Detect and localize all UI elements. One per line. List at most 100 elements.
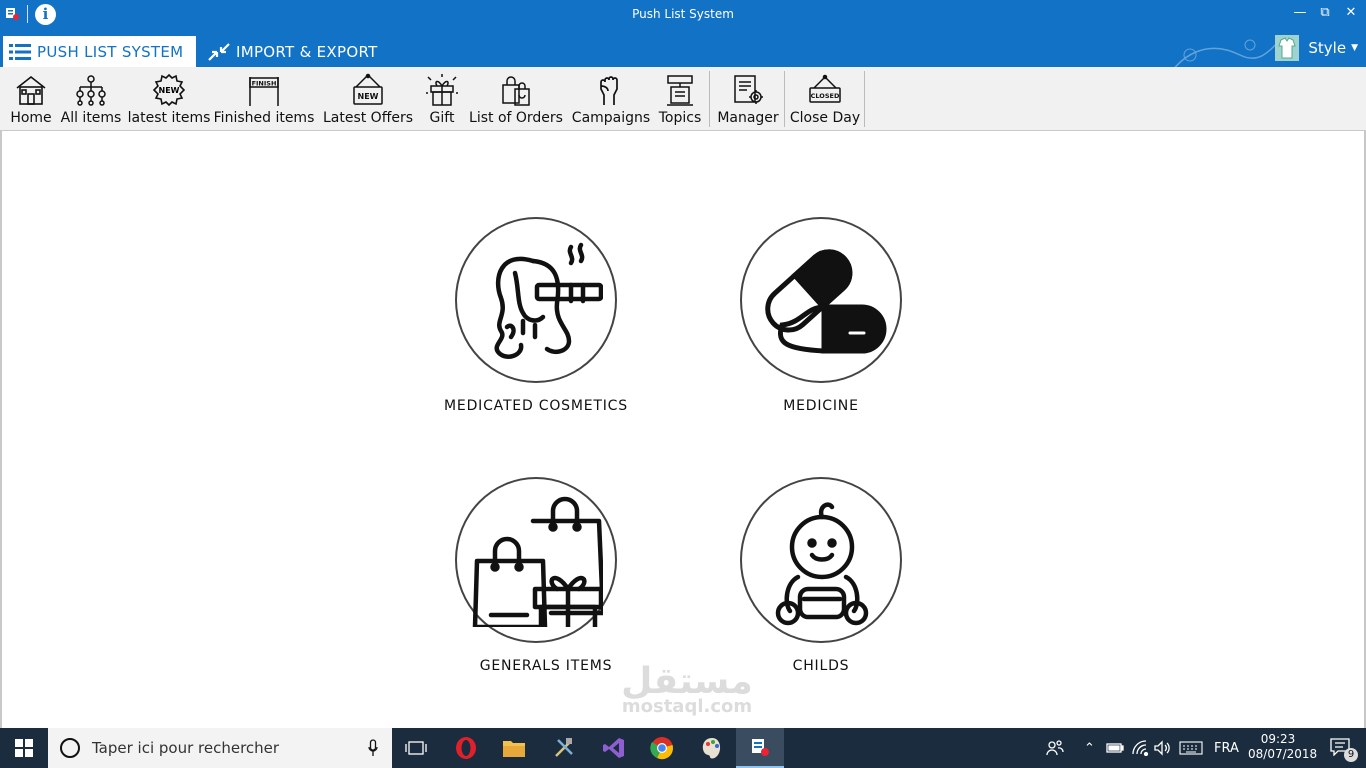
cortana-icon bbox=[60, 738, 80, 758]
windows-logo-icon bbox=[15, 739, 33, 757]
ribbon-toolbar: Home All items NEW latest items FINISH F… bbox=[0, 67, 1366, 131]
language-indicator[interactable]: FRA bbox=[1214, 728, 1239, 768]
finish-line-icon: FINISH bbox=[249, 77, 279, 106]
tab-label: PUSH LIST SYSTEM bbox=[37, 42, 184, 61]
toolbar-divider bbox=[709, 71, 710, 127]
new-badge-icon: NEW bbox=[152, 73, 186, 107]
podium-icon bbox=[667, 75, 693, 106]
svg-text:NEW: NEW bbox=[159, 86, 180, 95]
style-menu-button[interactable]: Style ▼ bbox=[1274, 33, 1358, 63]
chevron-down-icon: ▼ bbox=[1351, 43, 1358, 53]
system-clock[interactable]: 09:23 08/07/2018 bbox=[1248, 732, 1318, 762]
category-medicine[interactable]: MEDICINE bbox=[711, 217, 931, 417]
category-label: MEDICINE bbox=[783, 398, 859, 414]
microphone-icon[interactable] bbox=[368, 739, 378, 757]
visual-studio-app[interactable] bbox=[590, 728, 638, 768]
title-bar: i Push List System — ⧉ ✕ bbox=[0, 0, 1366, 30]
gift-label: Gift bbox=[429, 110, 455, 126]
tools-app[interactable] bbox=[540, 728, 588, 768]
tab-import-export[interactable]: IMPORT & EXPORT bbox=[202, 36, 378, 67]
gift-icon bbox=[426, 74, 458, 106]
category-circle[interactable] bbox=[455, 477, 617, 643]
folder-icon bbox=[503, 741, 525, 757]
finished-items-button[interactable]: FINISH Finished items bbox=[213, 67, 315, 129]
shopping-bag-icon bbox=[502, 76, 530, 106]
close-button[interactable]: ✕ bbox=[1339, 3, 1363, 23]
wifi-icon[interactable] bbox=[1131, 728, 1149, 768]
category-circle[interactable] bbox=[740, 217, 902, 383]
document-settings-icon bbox=[734, 75, 763, 104]
close-day-button[interactable]: CLOSED Close Day bbox=[789, 67, 861, 129]
chrome-app[interactable] bbox=[638, 728, 686, 768]
import-export-icon bbox=[208, 42, 230, 61]
minimize-button[interactable]: — bbox=[1288, 3, 1312, 23]
campaigns-label: Campaigns bbox=[571, 110, 651, 126]
tab-label: IMPORT & EXPORT bbox=[236, 42, 378, 61]
window-title: Push List System bbox=[632, 7, 734, 21]
latest-offers-button[interactable]: NEW Latest Offers bbox=[320, 67, 416, 129]
latest-offers-label: Latest Offers bbox=[322, 110, 414, 126]
category-generals-items[interactable]: GENERALS ITEMS bbox=[426, 477, 646, 677]
svg-text:FINISH: FINISH bbox=[252, 80, 277, 88]
start-button[interactable] bbox=[0, 728, 48, 768]
chrome-icon bbox=[650, 737, 673, 760]
closed-sign-icon: CLOSED bbox=[809, 74, 841, 103]
taskbar-search-box[interactable]: Taper ici pour rechercher bbox=[48, 728, 392, 768]
raised-fist-icon bbox=[600, 76, 618, 105]
list-icon bbox=[9, 43, 31, 60]
manager-label: Manager bbox=[717, 110, 779, 126]
shopping-bags-icon bbox=[472, 496, 603, 627]
volume-icon[interactable] bbox=[1153, 728, 1171, 768]
people-icon[interactable] bbox=[1046, 728, 1064, 768]
home-button[interactable]: Home bbox=[10, 67, 52, 129]
category-childs[interactable]: CHILDS bbox=[711, 477, 931, 677]
manager-button[interactable]: Manager bbox=[715, 67, 781, 129]
gift-button[interactable]: Gift bbox=[423, 67, 461, 129]
battery-icon[interactable] bbox=[1106, 728, 1124, 768]
category-circle[interactable] bbox=[455, 217, 617, 383]
all-items-button[interactable]: All items bbox=[60, 67, 122, 129]
clock-time: 09:23 bbox=[1260, 732, 1296, 746]
hierarchy-icon bbox=[76, 75, 106, 106]
finished-items-label: Finished items bbox=[213, 110, 315, 126]
push-list-system-app[interactable] bbox=[736, 728, 784, 768]
list-of-orders-button[interactable]: List of Orders bbox=[467, 67, 565, 129]
paint-app[interactable] bbox=[688, 728, 736, 768]
taskbar: Taper ici pour rechercher ⌃ FRA 09:23 08… bbox=[0, 728, 1366, 768]
chevron-up-icon[interactable]: ⌃ bbox=[1084, 728, 1095, 768]
opera-app[interactable] bbox=[442, 728, 490, 768]
app-icon bbox=[752, 739, 769, 756]
campaigns-button[interactable]: Campaigns bbox=[572, 67, 650, 129]
keyboard-icon[interactable] bbox=[1179, 728, 1203, 768]
task-view-button[interactable] bbox=[392, 728, 440, 768]
category-label: MEDICATED COSMETICS bbox=[444, 398, 628, 414]
tab-push-list-system[interactable]: PUSH LIST SYSTEM bbox=[3, 36, 196, 67]
file-explorer-app[interactable] bbox=[490, 728, 538, 768]
notification-badge: 9 bbox=[1344, 748, 1358, 762]
new-sign-icon: NEW bbox=[353, 73, 383, 105]
topics-label: Topics bbox=[658, 110, 702, 126]
style-label: Style bbox=[1308, 39, 1347, 57]
opera-icon bbox=[456, 737, 476, 759]
clock-date: 08/07/2018 bbox=[1248, 747, 1318, 761]
capsule-icon bbox=[765, 249, 887, 354]
svg-text:NEW: NEW bbox=[358, 92, 379, 101]
search-placeholder: Taper ici pour rechercher bbox=[92, 739, 280, 757]
baby-icon bbox=[775, 502, 869, 626]
category-medicated-cosmetics[interactable]: MEDICATED COSMETICS bbox=[426, 217, 646, 417]
cosmetics-woman-icon bbox=[494, 242, 603, 359]
toolbar-divider bbox=[864, 71, 865, 127]
action-center-button[interactable]: 9 bbox=[1330, 738, 1358, 762]
latest-items-button[interactable]: NEW latest items bbox=[127, 67, 211, 129]
restore-button[interactable]: ⧉ bbox=[1313, 3, 1337, 23]
svg-text:CLOSED: CLOSED bbox=[811, 92, 840, 100]
all-items-label: All items bbox=[60, 110, 122, 126]
home-label: Home bbox=[10, 110, 52, 126]
latest-items-label: latest items bbox=[127, 110, 211, 126]
category-circle[interactable] bbox=[740, 477, 902, 643]
visual-studio-icon bbox=[603, 738, 624, 758]
topics-button[interactable]: Topics bbox=[657, 67, 703, 129]
list-of-orders-label: List of Orders bbox=[469, 110, 563, 126]
house-icon bbox=[16, 75, 46, 105]
shirt-icon bbox=[1275, 35, 1300, 61]
